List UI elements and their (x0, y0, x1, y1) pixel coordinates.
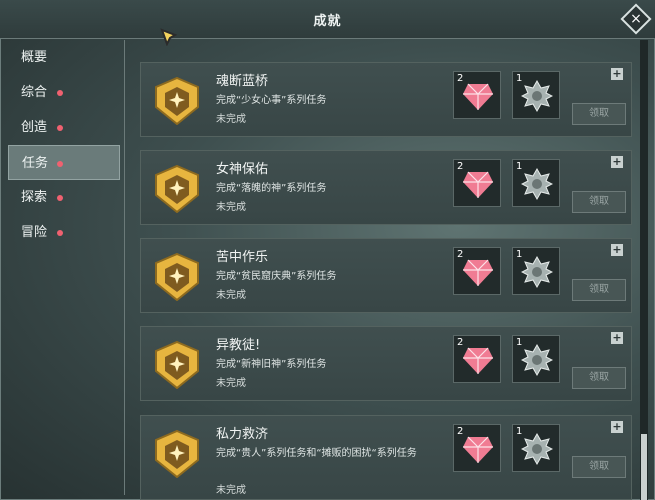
scrollbar-thumb[interactable] (641, 434, 647, 500)
achievement-description: 完成“贵人”系列任务和“摊贩的困扰“系列任务 (216, 448, 417, 459)
plus-icon[interactable]: + (611, 156, 623, 168)
achievement-title: 异教徒! (216, 338, 261, 353)
plus-icon[interactable]: + (611, 68, 623, 80)
reward-slot[interactable]: 2 (453, 71, 501, 119)
notification-dot (57, 195, 63, 201)
claim-button[interactable]: 领取 (572, 103, 626, 125)
reward-slot[interactable]: 1 (512, 71, 560, 119)
shield-badge-icon (155, 253, 199, 301)
sidebar-item-create[interactable]: 创造 (8, 110, 120, 145)
sidebar-item-label: 冒险 (21, 225, 48, 240)
achievement-description: 完成“贫民窟庆典”系列任务 (216, 271, 337, 282)
reward-slot[interactable]: 2 (453, 335, 501, 383)
reward-slot[interactable]: 2 (453, 159, 501, 207)
shield-badge-icon (155, 77, 199, 125)
gem-icon (463, 259, 493, 286)
achievement-list: 魂断蓝桥 完成“少女心事”系列任务 未完成 2 1 + 领取 女神保佑 完成“落… (140, 40, 632, 500)
achievement-status: 未完成 (216, 202, 246, 213)
claim-button[interactable]: 领取 (572, 279, 626, 301)
star-medal-icon (521, 168, 553, 200)
achievement-title: 魂断蓝桥 (216, 74, 269, 89)
shield-badge-icon (155, 165, 199, 213)
close-icon: × (630, 11, 642, 27)
notification-dot (57, 230, 63, 236)
gem-icon (463, 347, 493, 374)
notification-dot (57, 90, 63, 96)
reward-slot[interactable]: 1 (512, 424, 560, 472)
notification-dot (57, 161, 63, 167)
sidebar-item-label: 创造 (21, 120, 48, 135)
sidebar-item-explore[interactable]: 探索 (8, 180, 120, 215)
achievement-card: 女神保佑 完成“落魄的神”系列任务 未完成 2 1 + 领取 (140, 150, 632, 225)
achievement-card: 苦中作乐 完成“贫民窟庆典”系列任务 未完成 2 1 + 领取 (140, 238, 632, 313)
reward-slot[interactable]: 1 (512, 159, 560, 207)
sidebar-item-label: 任务 (22, 156, 49, 171)
scrollbar-track[interactable] (640, 40, 648, 500)
plus-icon[interactable]: + (611, 421, 623, 433)
claim-button[interactable]: 领取 (572, 367, 626, 389)
achievement-description: 完成“新神旧神”系列任务 (216, 359, 327, 370)
reward-slot[interactable]: 1 (512, 335, 560, 383)
sidebar-divider (124, 40, 125, 495)
sidebar-item-general[interactable]: 综合 (8, 75, 120, 110)
gem-icon (463, 83, 493, 110)
achievement-title: 女神保佑 (216, 162, 269, 177)
achievement-card: 私力救济 完成“贵人”系列任务和“摊贩的困扰“系列任务 未完成 2 1 + 领取 (140, 415, 632, 500)
star-medal-icon (521, 344, 553, 376)
notification-dot (57, 125, 63, 131)
sidebar-item-overview[interactable]: 概要 (8, 40, 120, 75)
reward-slot[interactable]: 1 (512, 247, 560, 295)
reward-slot[interactable]: 2 (453, 424, 501, 472)
sidebar-item-tasks[interactable]: 任务 (8, 145, 120, 180)
reward-slot[interactable]: 2 (453, 247, 501, 295)
plus-icon[interactable]: + (611, 244, 623, 256)
star-medal-icon (521, 80, 553, 112)
shield-badge-icon (155, 341, 199, 389)
achievement-status: 未完成 (216, 114, 246, 125)
achievement-status: 未完成 (216, 290, 246, 301)
sidebar-item-label: 概要 (21, 50, 48, 65)
claim-button[interactable]: 领取 (572, 456, 626, 478)
gem-icon (463, 436, 493, 463)
achievement-status: 未完成 (216, 485, 246, 496)
plus-icon[interactable]: + (611, 332, 623, 344)
sidebar-item-adventure[interactable]: 冒险 (8, 215, 120, 250)
claim-button[interactable]: 领取 (572, 191, 626, 213)
sidebar-item-label: 综合 (21, 85, 48, 100)
star-medal-icon (521, 433, 553, 465)
achievement-title: 私力救济 (216, 427, 269, 442)
achievement-card: 异教徒! 完成“新神旧神”系列任务 未完成 2 1 + 领取 (140, 326, 632, 401)
shield-badge-icon (155, 430, 199, 478)
sidebar-item-label: 探索 (21, 190, 48, 205)
gem-icon (463, 171, 493, 198)
achievement-card: 魂断蓝桥 完成“少女心事”系列任务 未完成 2 1 + 领取 (140, 62, 632, 137)
achievement-status: 未完成 (216, 378, 246, 389)
achievement-description: 完成“少女心事”系列任务 (216, 95, 327, 106)
star-medal-icon (521, 256, 553, 288)
window-title: 成就 (313, 14, 342, 29)
achievement-description: 完成“落魄的神”系列任务 (216, 183, 327, 194)
sidebar: 概要 综合 创造 任务 探索 冒险 (8, 40, 120, 250)
achievement-title: 苦中作乐 (216, 250, 269, 265)
